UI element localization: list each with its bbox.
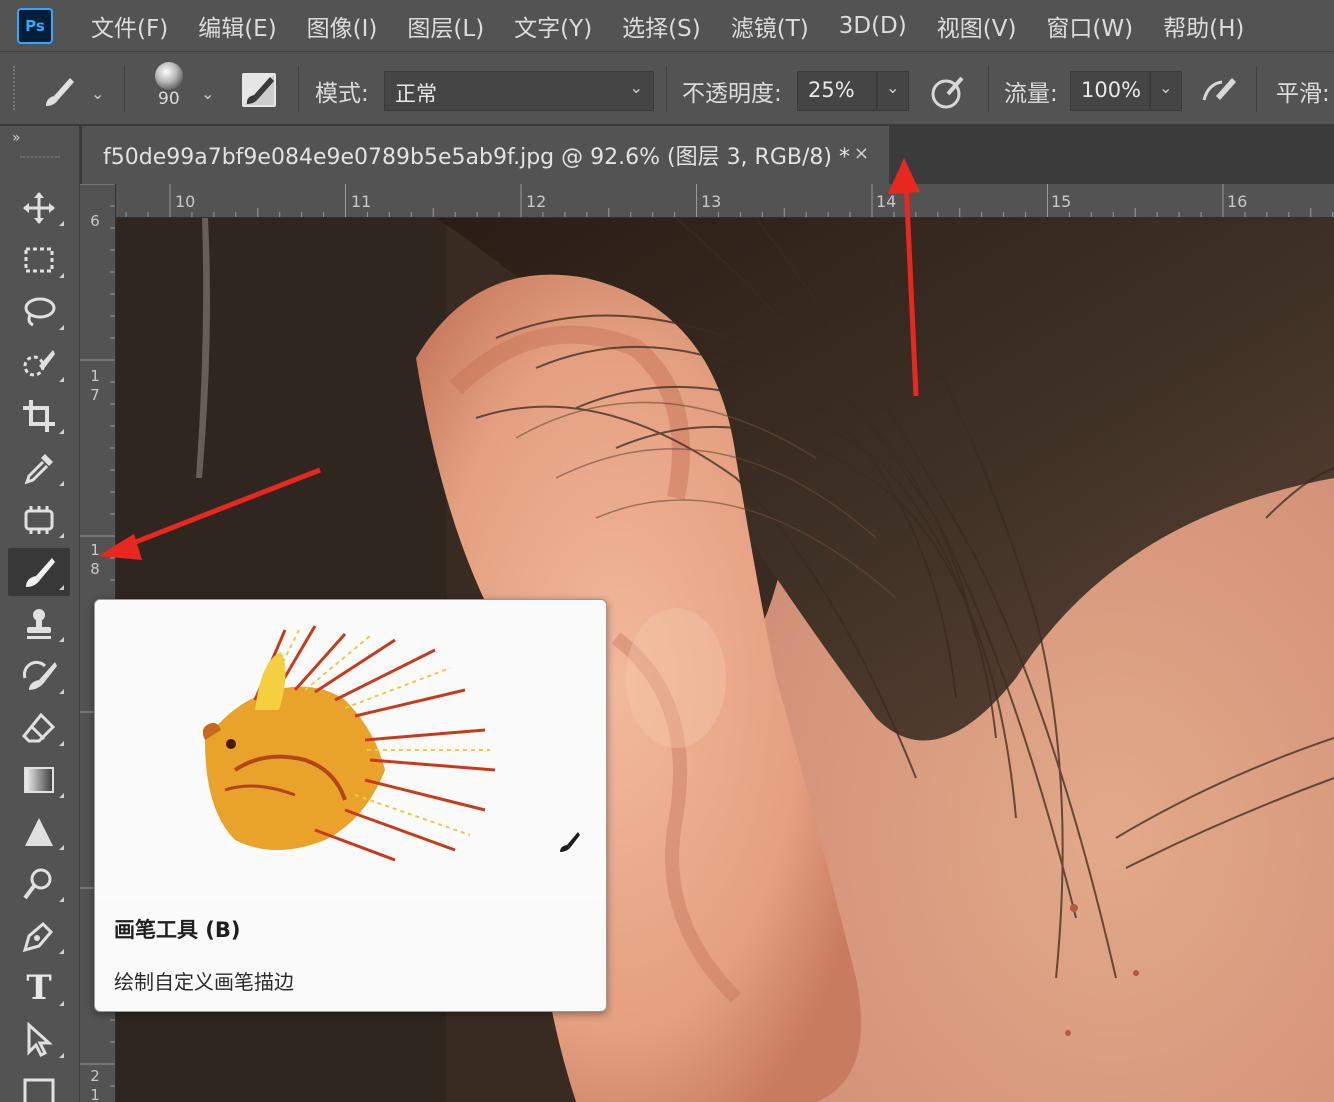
tooltip-title: 画笔工具 (B)	[114, 918, 241, 942]
move-tool[interactable]	[8, 184, 70, 232]
menu-image[interactable]: 图像(I)	[307, 9, 378, 43]
flow-label: 流量:	[1004, 81, 1058, 107]
opacity-input[interactable]: 25%	[797, 71, 877, 111]
lasso-icon	[24, 297, 56, 327]
tooltip-preview-image	[95, 600, 606, 900]
pressure-opacity-icon[interactable]	[928, 72, 968, 112]
flow-value: 100%	[1081, 78, 1142, 102]
history-brush-tool[interactable]	[8, 652, 70, 700]
opacity-value: 25%	[808, 78, 855, 102]
ruler-label: 11	[351, 192, 372, 211]
brush-picker-chevron-down-icon[interactable]: ⌄	[201, 84, 214, 103]
menu-select[interactable]: 选择(S)	[622, 9, 701, 43]
opacity-chevron-down-icon: ⌄	[886, 78, 900, 97]
menu-filter[interactable]: 滤镜(T)	[731, 9, 809, 43]
brush-settings-button[interactable]	[242, 73, 276, 107]
ruler-label: 15	[1051, 192, 1072, 211]
arrow-cursor-icon	[27, 1022, 53, 1058]
menu-window[interactable]: 窗口(W)	[1046, 9, 1133, 43]
mode-label: 模式:	[315, 81, 369, 107]
eraser-icon	[21, 712, 56, 743]
ruler-label: 14	[876, 192, 897, 211]
brush-icon	[26, 558, 55, 587]
menu-3d[interactable]: 3D(D)	[839, 13, 907, 39]
mode-chevron-down-icon: ⌄	[629, 78, 643, 97]
eraser-tool[interactable]	[8, 704, 70, 752]
tool-panel-grip[interactable]	[20, 156, 60, 160]
type-icon: T	[26, 968, 52, 1008]
brush-size-value: 90	[158, 89, 180, 109]
brush-icon	[557, 830, 581, 854]
menu-edit[interactable]: 编辑(E)	[198, 9, 276, 43]
horizontal-ruler[interactable]: 10 11 12 13 14 15 16	[116, 184, 1334, 218]
lasso-tool[interactable]	[8, 288, 70, 336]
gradient-icon	[24, 767, 54, 793]
photoshop-logo[interactable]: Ps	[17, 7, 53, 44]
crop-tool[interactable]	[8, 392, 70, 440]
blur-tool[interactable]	[8, 808, 70, 856]
rect-marquee-icon	[24, 247, 54, 273]
brush-tool-tooltip: 画笔工具 (B) 绘制自定义画笔描边	[94, 599, 607, 1012]
tool-panel: » T	[0, 126, 80, 1102]
triangle-icon	[25, 818, 53, 846]
ruler-label: 21	[90, 1067, 100, 1102]
mode-value: 正常	[395, 82, 437, 106]
horizontal-ruler-ticks	[125, 184, 1334, 217]
ruler-label: 16	[1227, 192, 1248, 211]
mode-select[interactable]: 正常 ⌄	[384, 71, 654, 111]
dodge-tool[interactable]	[8, 860, 70, 908]
eyedropper-tool[interactable]	[8, 444, 70, 492]
flow-input[interactable]: 100%	[1070, 71, 1150, 111]
airbrush-icon[interactable]	[1198, 72, 1238, 112]
brush-preset-icon[interactable]	[40, 72, 80, 112]
flow-dropdown[interactable]: ⌄	[1150, 71, 1182, 111]
crop-icon	[23, 400, 55, 432]
menu-file[interactable]: 文件(F)	[91, 9, 168, 43]
gradient-tool[interactable]	[8, 756, 70, 804]
pen-tool[interactable]	[8, 912, 70, 960]
opacity-dropdown[interactable]: ⌄	[877, 71, 909, 111]
close-icon[interactable]: ×	[854, 143, 869, 164]
options-bar: ⌄ ⌄ 模式: 正常 ⌄ 不透明度: 25% ⌄ 流量: 100% ⌄ 平滑:	[0, 52, 1334, 126]
menu-bar: Ps 文件(F) 编辑(E) 图像(I) 图层(L) 文字(Y) 选择(S) 滤…	[0, 0, 1334, 52]
marquee-tool[interactable]	[8, 236, 70, 284]
ruler-label: 12	[526, 192, 547, 211]
options-grip[interactable]	[13, 66, 15, 110]
patch-icon	[24, 506, 54, 534]
flow-chevron-down-icon: ⌄	[1159, 78, 1173, 97]
rectangle-icon	[23, 1078, 55, 1102]
menu-layer[interactable]: 图层(L)	[407, 9, 484, 43]
tooltip-description: 绘制自定义画笔描边	[114, 970, 294, 994]
ruler-label: 18	[90, 541, 100, 578]
brush-preview-icon[interactable]	[155, 62, 183, 90]
dodge-icon	[23, 868, 52, 900]
opacity-label: 不透明度:	[682, 81, 782, 107]
quick-select-tool[interactable]	[8, 340, 70, 388]
path-select-tool[interactable]	[8, 1016, 70, 1064]
ruler-label: 10	[175, 192, 196, 211]
move-icon	[23, 192, 55, 224]
menu-view[interactable]: 视图(V)	[937, 9, 1017, 43]
pen-icon	[22, 921, 54, 953]
brush-preset-chevron-down-icon[interactable]: ⌄	[91, 84, 104, 103]
eyedropper-icon	[24, 454, 53, 485]
quick-select-icon	[23, 350, 55, 377]
history-brush-icon	[22, 660, 57, 690]
menu-help[interactable]: 帮助(H)	[1163, 9, 1244, 43]
type-tool[interactable]: T	[8, 964, 70, 1012]
menu-type[interactable]: 文字(Y)	[514, 9, 592, 43]
smoothing-label: 平滑:	[1276, 81, 1330, 107]
ruler-label: 6	[90, 212, 100, 230]
document-tab-title: f50de99a7bf9e084e9e0789b5e5ab9f.jpg @ 92…	[103, 145, 850, 170]
frame-tool[interactable]	[8, 496, 70, 544]
document-tab[interactable]: f50de99a7bf9e084e9e0789b5e5ab9f.jpg @ 92…	[82, 126, 889, 184]
ruler-label: 13	[701, 192, 722, 211]
clone-stamp-tool[interactable]	[8, 600, 70, 648]
ruler-label: 17	[90, 367, 100, 404]
document-tab-strip: f50de99a7bf9e084e9e0789b5e5ab9f.jpg @ 92…	[80, 126, 1334, 184]
stamp-icon	[27, 609, 51, 639]
brush-tool[interactable]	[8, 548, 70, 596]
shape-tool[interactable]	[8, 1068, 70, 1102]
collapse-panel-icon[interactable]: »	[12, 130, 20, 146]
